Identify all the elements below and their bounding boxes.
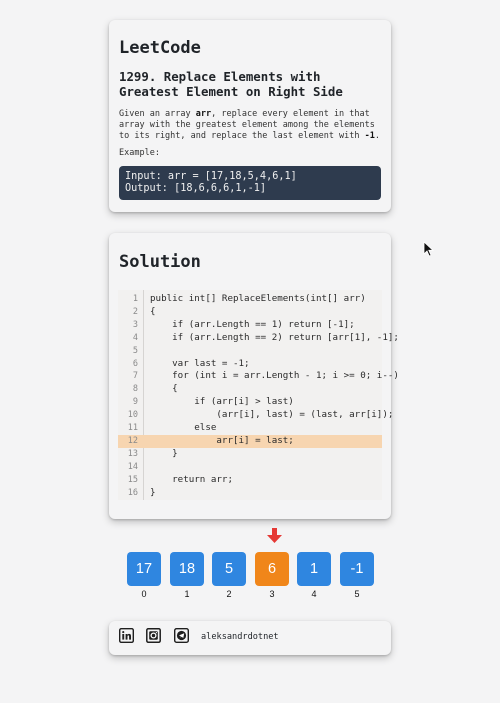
code-text: for (int i = arr.Length - 1; i >= 0; i--… — [150, 370, 399, 382]
code-line-8: 8 { — [118, 383, 382, 396]
line-number: 2 — [132, 306, 138, 317]
code-text: return arr; — [150, 473, 233, 485]
code-line-6: 6 var last = -1; — [118, 358, 382, 371]
code-editor: 1 public int[] ReplaceElements(int[] arr)… — [118, 290, 399, 500]
line-number: 9 — [132, 397, 138, 408]
code-text: } — [150, 486, 156, 498]
line-number: 14 — [127, 461, 138, 472]
code-text: arr[i] = last; — [150, 434, 294, 446]
array-cell: 18 — [170, 552, 204, 586]
code-line-10: 10 (arr[i], last) = (last, arr[i]); — [118, 409, 394, 422]
example-label: Example: — [119, 148, 160, 158]
line-number: 8 — [132, 384, 138, 395]
array-index-label: 0 — [141, 589, 147, 599]
mouse-cursor-icon — [423, 241, 435, 257]
array-index-label: 1 — [184, 589, 190, 599]
solution-title: Solution — [119, 252, 201, 272]
array-index-label: 4 — [311, 589, 317, 599]
array-index-label: 5 — [354, 589, 360, 599]
code-text: { — [150, 383, 178, 395]
line-number: 13 — [127, 448, 138, 459]
code-text: (arr[i], last) = (last, arr[i]); — [150, 409, 394, 421]
code-line-7: 7 for (int i = arr.Length - 1; i >= 0; i… — [118, 370, 399, 383]
code-text: } — [150, 447, 178, 459]
code-line-13: 13 } — [118, 448, 382, 461]
code-text: if (arr.Length == 2) return [arr[1], -1]… — [150, 331, 399, 343]
desc-code-arr: arr — [195, 109, 212, 119]
line-number: 10 — [127, 410, 138, 421]
author-handle[interactable]: aleksandrdotnet — [201, 632, 279, 642]
line-number: 4 — [132, 332, 138, 343]
linkedin-icon[interactable] — [119, 628, 134, 643]
code-text: if (arr[i] > last) — [150, 396, 294, 408]
code-line-16: 16} — [118, 487, 382, 500]
code-line-4: 4 if (arr.Length == 2) return [arr[1], -… — [118, 332, 399, 345]
code-line-2: 2{ — [118, 306, 382, 319]
code-text: public int[] ReplaceElements(int[] arr) — [150, 293, 366, 304]
array-cell: -1 — [340, 552, 374, 586]
instagram-icon[interactable] — [146, 628, 161, 643]
desc-code-minus-one: -1 — [364, 131, 375, 141]
desc-text: , replace every element in that — [211, 109, 370, 119]
desc-text: . — [374, 131, 381, 141]
array-cell: 6 — [255, 552, 289, 586]
line-number: 12 — [127, 435, 138, 446]
line-number: 3 — [132, 319, 138, 330]
code-line-5: 5 — [118, 345, 382, 358]
pointer-arrow-icon — [267, 528, 282, 543]
line-number: 16 — [127, 487, 138, 498]
array-cell: 5 — [212, 552, 246, 586]
example-input: Input: arr = [17,18,5,4,6,1] — [125, 171, 297, 182]
code-line-14: 14 — [118, 461, 382, 474]
example-box: Input: arr = [17,18,5,4,6,1] Output: [18… — [119, 166, 381, 200]
line-number: 6 — [132, 358, 138, 369]
telegram-icon[interactable] — [174, 628, 189, 643]
code-text: else — [150, 422, 217, 433]
array-cell: 1 — [297, 552, 331, 586]
desc-text: Given an array — [119, 109, 196, 119]
code-line-9: 9 if (arr[i] > last) — [118, 396, 382, 409]
problem-title-line-1: 1299. Replace Elements with — [119, 69, 321, 84]
desc-text: to its right, and replace the last eleme… — [119, 131, 365, 141]
code-line-12: 12 arr[i] = last; — [118, 434, 382, 448]
code-line-15: 15 return arr; — [118, 474, 382, 487]
line-number: 1 — [132, 294, 138, 304]
problem-description: Given an array arr, replace every elemen… — [119, 109, 381, 142]
code-text: if (arr.Length == 1) return [-1]; — [150, 318, 355, 330]
problem-title: 1299. Replace Elements with Greatest Ele… — [119, 69, 381, 99]
problem-title-line-2: Greatest Element on Right Side — [119, 83, 343, 99]
line-number: 15 — [127, 474, 138, 485]
line-number: 11 — [127, 423, 138, 433]
array-index-label: 2 — [226, 589, 232, 599]
brand-title: LeetCode — [119, 38, 201, 58]
array-cell: 17 — [127, 552, 161, 586]
example-output: Output: [18,6,6,6,1,-1] — [125, 183, 267, 194]
code-line-1: 1 public int[] ReplaceElements(int[] arr) — [118, 293, 382, 306]
code-line-3: 3 if (arr.Length == 1) return [-1]; — [118, 319, 382, 332]
line-number: 7 — [132, 371, 138, 382]
desc-text: array with the greatest element among th… — [119, 120, 375, 130]
line-number: 5 — [132, 345, 138, 356]
code-text: var last = -1; — [150, 357, 250, 369]
code-text: { — [150, 305, 156, 317]
array-index-label: 3 — [269, 589, 275, 599]
code-line-11: 11 else — [118, 422, 382, 435]
